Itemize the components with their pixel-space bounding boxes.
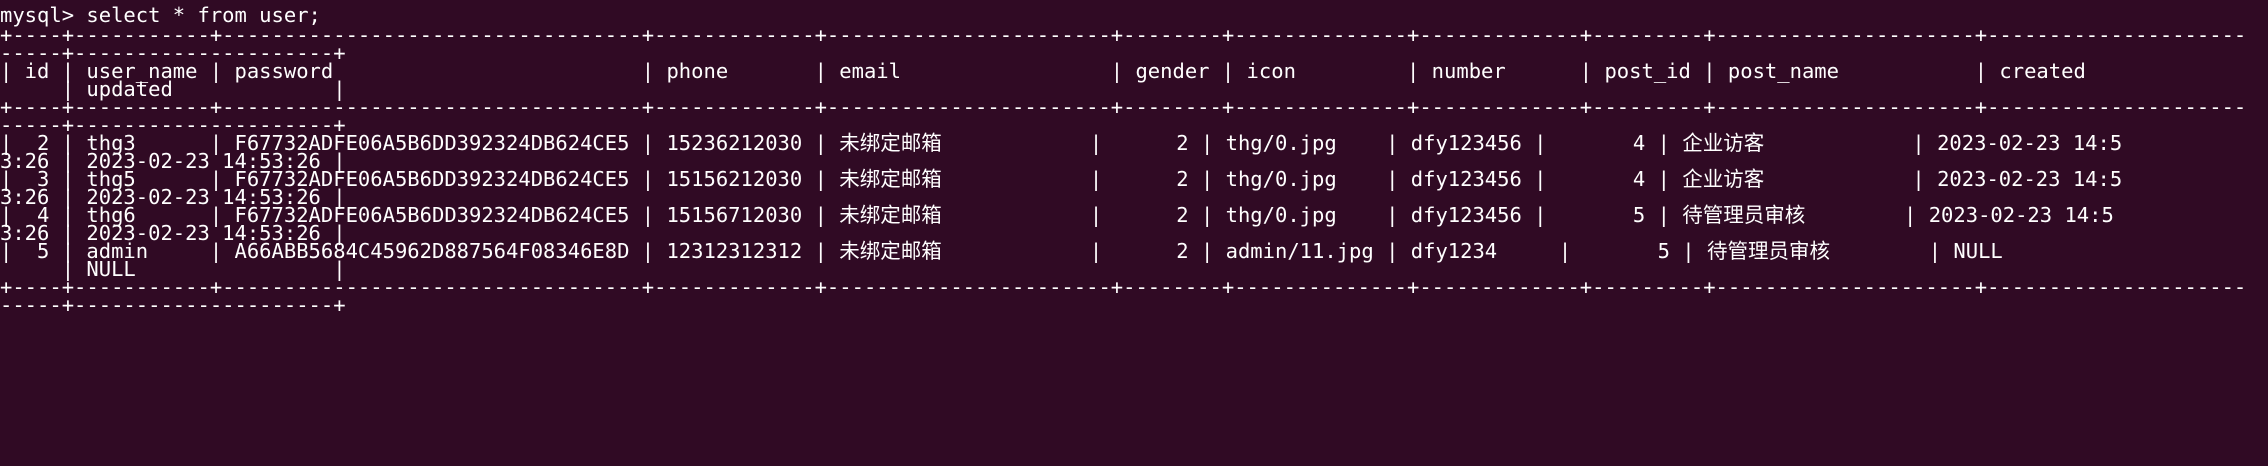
terminal-line-border-wrap: -----+---------------------+	[0, 293, 346, 317]
terminal-window[interactable]: mysql> select * from user; +----+-------…	[0, 0, 2268, 466]
